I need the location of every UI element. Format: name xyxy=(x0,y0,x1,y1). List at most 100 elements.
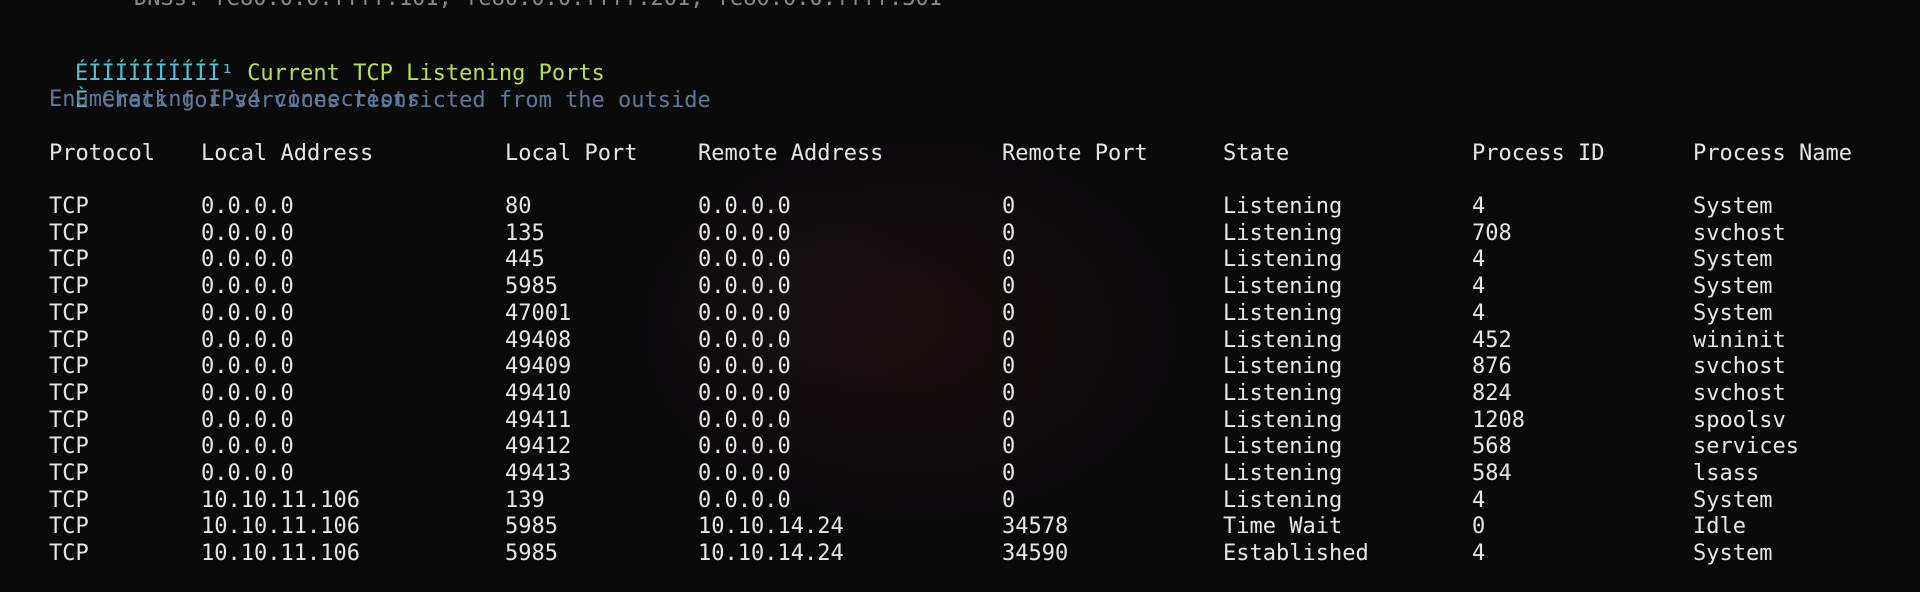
cell-remote-port: 34578 xyxy=(1002,514,1069,540)
cell-state: Established xyxy=(1223,541,1369,567)
cell-protocol: TCP xyxy=(49,487,89,513)
cell-process-id: 876 xyxy=(1472,354,1512,380)
cell-local-port: 49413 xyxy=(505,461,572,486)
cell-remote-address: 0.0.0.0 xyxy=(698,434,791,460)
cell-state: Time Wait xyxy=(1223,514,1343,540)
cell-local-address: 0.0.0.0 xyxy=(201,274,294,300)
cell-protocol: TCP xyxy=(49,434,89,460)
table-row: TCP 10.10.11.106 5985 10.10.14.24 34590 Estab… xyxy=(0,541,1920,568)
header-state: State xyxy=(1223,141,1290,166)
cell-local-address: 10.10.11.106 xyxy=(201,514,360,540)
table-row: TCP 0.0.0.0 5985 0.0.0.0 0 Listening 4 System xyxy=(0,274,1920,301)
cell-process-id: 4 xyxy=(1472,247,1486,273)
cell-process-name: System xyxy=(1693,274,1773,300)
cell-remote-address: 0.0.0.0 xyxy=(698,220,791,246)
table-row: TCP 10.10.11.106 139 0.0.0.0 0 Listening 4 Syst… xyxy=(0,488,1920,515)
cell-process-name: System xyxy=(1693,247,1773,273)
cell-process-name: System xyxy=(1693,487,1773,513)
table-row: TCP 0.0.0.0 49409 0.0.0.0 0 Listening 876 svcho… xyxy=(0,354,1920,381)
cell-process-id: 4 xyxy=(1472,194,1486,219)
cell-state: Listening xyxy=(1223,461,1343,486)
cell-local-address: 0.0.0.0 xyxy=(201,300,294,326)
cell-process-name: svchost xyxy=(1693,354,1786,380)
cell-remote-port: 0 xyxy=(1002,354,1016,380)
table-row: TCP 0.0.0.0 49410 0.0.0.0 0 Listening 824 svcho… xyxy=(0,381,1920,408)
cell-process-id: 708 xyxy=(1472,220,1512,246)
cell-protocol: TCP xyxy=(49,274,89,300)
cell-state: Listening xyxy=(1223,434,1343,460)
cell-process-name: System xyxy=(1693,194,1773,219)
cell-process-id: 824 xyxy=(1472,380,1512,406)
cell-process-id: 452 xyxy=(1472,327,1512,353)
table-row: TCP 0.0.0.0 49408 0.0.0.0 0 Listening 452 winin… xyxy=(0,328,1920,355)
cell-protocol: TCP xyxy=(49,514,89,540)
cell-process-name: Idle xyxy=(1693,514,1746,540)
cell-local-port: 49409 xyxy=(505,354,572,380)
cell-process-name: svchost xyxy=(1693,220,1786,246)
cell-protocol: TCP xyxy=(49,247,89,273)
cell-remote-address: 0.0.0.0 xyxy=(698,247,791,273)
cell-local-port: 49411 xyxy=(505,407,572,433)
cell-local-port: 445 xyxy=(505,247,545,273)
cell-local-address: 0.0.0.0 xyxy=(201,434,294,460)
cell-process-id: 4 xyxy=(1472,274,1486,300)
cell-remote-address: 0.0.0.0 xyxy=(698,274,791,300)
cell-remote-address: 10.10.14.24 xyxy=(698,514,844,540)
cell-protocol: TCP xyxy=(49,461,89,486)
cell-protocol: TCP xyxy=(49,194,89,219)
cell-process-name: System xyxy=(1693,541,1773,567)
cell-remote-port: 0 xyxy=(1002,407,1016,433)
cell-protocol: TCP xyxy=(49,327,89,353)
cell-local-port: 80 xyxy=(505,194,532,219)
cell-local-address: 0.0.0.0 xyxy=(201,194,294,219)
table-row: TCP 0.0.0.0 49413 0.0.0.0 0 Listening 584 lsass xyxy=(0,461,1920,488)
table-row: TCP 10.10.11.106 5985 10.10.14.24 34578 Time … xyxy=(0,514,1920,541)
cell-remote-port: 0 xyxy=(1002,247,1016,273)
cell-local-address: 0.0.0.0 xyxy=(201,461,294,486)
table-row: TCP 0.0.0.0 135 0.0.0.0 0 Listening 708 svchost xyxy=(0,221,1920,248)
cell-state: Listening xyxy=(1223,327,1343,353)
table-row: TCP 0.0.0.0 80 0.0.0.0 0 Listening 4 System xyxy=(0,194,1920,221)
cell-state: Listening xyxy=(1223,247,1343,273)
cell-process-name: services xyxy=(1693,434,1799,460)
cell-process-id: 4 xyxy=(1472,300,1486,326)
terminal-window[interactable]: DNSs: fe80:0:0:ffff:101, fe80:0:0:ffff:2… xyxy=(0,0,1920,592)
cell-local-address: 0.0.0.0 xyxy=(201,247,294,273)
cell-remote-address: 10.10.14.24 xyxy=(698,541,844,567)
cell-local-address: 0.0.0.0 xyxy=(201,354,294,380)
table-row: TCP 0.0.0.0 445 0.0.0.0 0 Listening 4 System xyxy=(0,247,1920,274)
table-header: Protocol Local Address Local Port Remote Ad… xyxy=(0,141,1920,168)
header-process-id: Process ID xyxy=(1472,141,1605,166)
cell-remote-address: 0.0.0.0 xyxy=(698,407,791,433)
cell-protocol: TCP xyxy=(49,541,89,567)
cell-remote-port: 0 xyxy=(1002,220,1016,246)
cell-state: Listening xyxy=(1223,354,1343,380)
cell-remote-address: 0.0.0.0 xyxy=(698,327,791,353)
cell-local-port: 5985 xyxy=(505,274,558,300)
cell-local-port: 49408 xyxy=(505,327,572,353)
cell-process-id: 4 xyxy=(1472,541,1486,567)
cell-local-address: 10.10.11.106 xyxy=(201,487,360,513)
cell-local-port: 5985 xyxy=(505,514,558,540)
cell-protocol: TCP xyxy=(49,407,89,433)
cell-remote-port: 0 xyxy=(1002,380,1016,406)
table-row: TCP 0.0.0.0 49411 0.0.0.0 0 Listening 1208 spoo… xyxy=(0,408,1920,435)
enumerating-line: Enumerating IPv4 connections xyxy=(49,87,420,112)
cell-remote-port: 0 xyxy=(1002,274,1016,300)
cell-local-port: 5985 xyxy=(505,541,558,567)
cell-process-id: 0 xyxy=(1472,514,1486,540)
truncated-dns-line: DNSs: fe80:0:0:ffff:101, fe80:0:0:ffff:2… xyxy=(134,0,942,13)
header-remote-address: Remote Address xyxy=(698,141,884,166)
section-header: ÉÍÍÍÍÍÍÍÍÍÍ¹ Current TCP Listening Ports xyxy=(22,34,605,86)
cell-remote-address: 0.0.0.0 xyxy=(698,380,791,406)
cell-process-name: lsass xyxy=(1693,461,1760,486)
check-line: È Check for services restricted from the… xyxy=(22,61,711,113)
cell-remote-address: 0.0.0.0 xyxy=(698,300,791,326)
cell-process-id: 4 xyxy=(1472,487,1486,513)
cell-process-name: svchost xyxy=(1693,380,1786,406)
header-protocol: Protocol xyxy=(49,141,155,166)
cell-remote-port: 0 xyxy=(1002,300,1016,326)
table-row: TCP 0.0.0.0 47001 0.0.0.0 0 Listening 4 System xyxy=(0,301,1920,328)
cell-local-port: 139 xyxy=(505,487,545,513)
cell-remote-address: 0.0.0.0 xyxy=(698,461,791,486)
